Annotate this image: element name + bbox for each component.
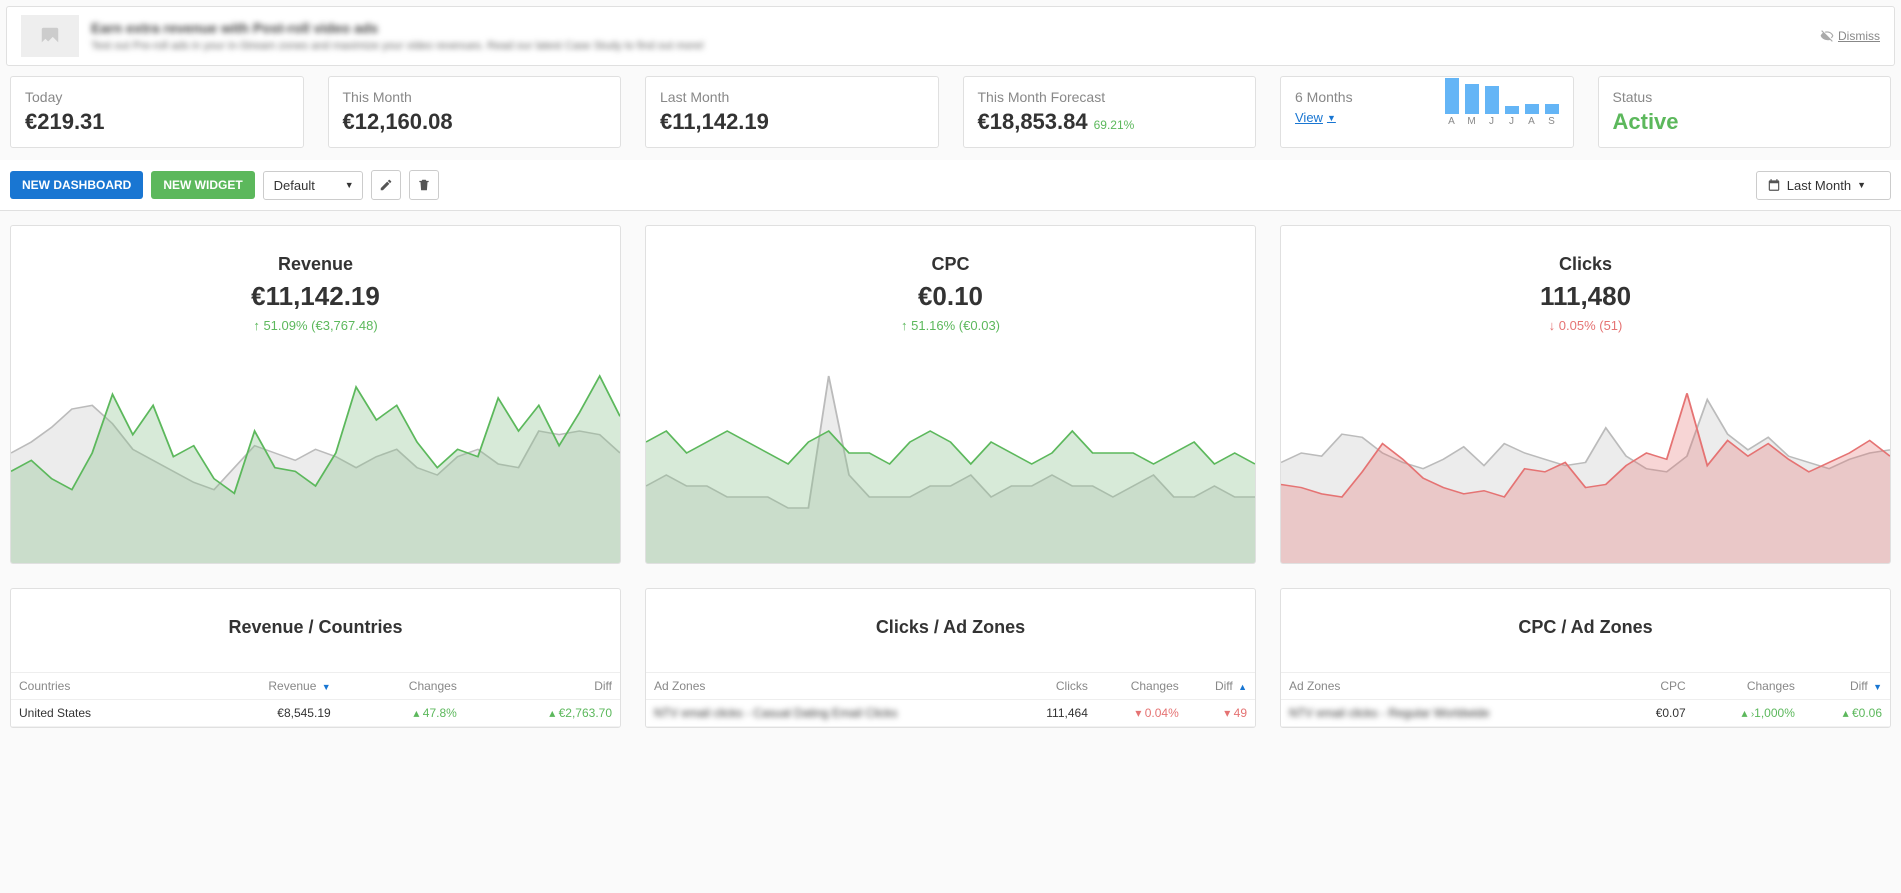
dashboard-select[interactable]: Default ▼ [263,171,363,200]
widget-revenue: Revenue €11,142.19 ↑ 51.09% (€3,767.48) [10,225,621,564]
stat-this-month: This Month €12,160.08 [328,76,622,148]
col-diff[interactable]: Diff [465,673,620,700]
pencil-icon [379,178,393,192]
revenue-chart [11,343,620,563]
col-countries[interactable]: Countries [11,673,184,700]
eye-off-icon [1820,29,1834,43]
dashboard-toolbar: NEW DASHBOARD NEW WIDGET Default ▼ Last … [0,160,1901,211]
col-revenue[interactable]: Revenue ▼ [184,673,338,700]
promo-title: Earn extra revenue with Post-roll video … [91,20,704,36]
caret-up-icon: ▴ [413,706,419,720]
promo-image-placeholder [21,15,79,57]
delete-button[interactable] [409,170,439,200]
stats-row: Today €219.31 This Month €12,160.08 Last… [0,72,1901,160]
dismiss-link[interactable]: Dismiss [1820,29,1880,43]
col-adzones[interactable]: Ad Zones [1281,673,1621,700]
col-diff[interactable]: Diff ▲ [1187,673,1255,700]
table-row[interactable]: NTV email clicks - Casual Dating Email C… [646,700,1255,727]
new-widget-button[interactable]: NEW WIDGET [151,171,254,199]
widget-cpc: CPC €0.10 ↑ 51.16% (€0.03) [645,225,1256,564]
chevron-down-icon: ▼ [345,180,354,190]
calendar-icon [1767,178,1781,192]
widget-revenue-countries: Revenue / Countries Countries Revenue ▼ … [10,588,621,728]
stat-today: Today €219.31 [10,76,304,148]
col-changes[interactable]: Changes [339,673,465,700]
promo-subtitle: Test out Pre-roll ads in your in-Stream … [91,40,704,52]
widgets-grid: Revenue €11,142.19 ↑ 51.09% (€3,767.48) … [0,211,1901,742]
arrow-up-icon: ↑ [901,318,908,333]
caret-down-icon: ▾ [1224,706,1230,720]
chevron-down-icon: ▼ [1327,113,1336,123]
edit-button[interactable] [371,170,401,200]
sort-down-icon: ▼ [322,682,331,692]
sort-down-icon: ▼ [1873,682,1882,692]
clicks-change: ↓ 0.05% (51) [1291,318,1880,333]
trash-icon [417,178,431,192]
cpc-chart [646,343,1255,563]
widget-clicks: Clicks 111,480 ↓ 0.05% (51) [1280,225,1891,564]
caret-up-icon: ▴ [549,706,555,720]
col-diff[interactable]: Diff ▼ [1803,673,1890,700]
cpc-change: ↑ 51.16% (€0.03) [656,318,1245,333]
six-months-bars: AMJJAS [1445,89,1559,127]
caret-down-icon: ▾ [1135,706,1141,720]
clicks-chart [1281,343,1890,563]
col-changes[interactable]: Changes [1694,673,1803,700]
col-changes[interactable]: Changes [1096,673,1187,700]
col-cpc[interactable]: CPC [1621,673,1693,700]
view-link[interactable]: View ▼ [1295,110,1336,125]
promo-banner: Earn extra revenue with Post-roll video … [6,6,1895,66]
stat-forecast: This Month Forecast €18,853.8469.21% [963,76,1257,148]
date-range-select[interactable]: Last Month ▼ [1756,171,1891,200]
stat-status: Status Active [1598,76,1892,148]
stat-last-month: Last Month €11,142.19 [645,76,939,148]
col-adzones[interactable]: Ad Zones [646,673,1014,700]
table-row[interactable]: United States €8,545.19 ▴ 47.8% ▴ €2,763… [11,700,620,727]
col-clicks[interactable]: Clicks [1014,673,1096,700]
table-row[interactable]: NTV email clicks - Regular Worldwide €0.… [1281,700,1890,727]
widget-cpc-adzones: CPC / Ad Zones Ad Zones CPC Changes Diff… [1280,588,1891,728]
arrow-down-icon: ↓ [1549,318,1556,333]
caret-up-icon: ▴ [1741,706,1747,720]
arrow-up-icon: ↑ [253,318,260,333]
caret-up-icon: ▴ [1843,706,1849,720]
stat-six-months: 6 Months View ▼ AMJJAS [1280,76,1574,148]
revenue-change: ↑ 51.09% (€3,767.48) [21,318,610,333]
new-dashboard-button[interactable]: NEW DASHBOARD [10,171,143,199]
sort-up-icon: ▲ [1238,682,1247,692]
widget-clicks-adzones: Clicks / Ad Zones Ad Zones Clicks Change… [645,588,1256,728]
chevron-down-icon: ▼ [1857,180,1866,190]
